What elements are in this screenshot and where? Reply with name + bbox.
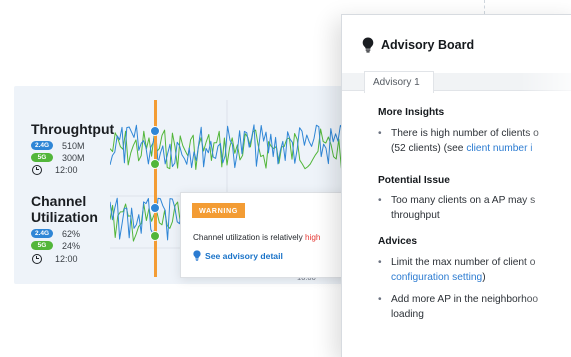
insight-line2: (52 clients) (see client number i bbox=[378, 141, 571, 156]
section-title-potential-issue: Potential Issue bbox=[378, 175, 450, 186]
advice-bullet-2: • Add more AP in the neighborhoo loading bbox=[378, 292, 571, 322]
advice1-line1: Limit the max number of client o bbox=[391, 257, 536, 268]
utilization-legend-5g: 5G 24% bbox=[31, 240, 80, 251]
issue-bullet: • Too many clients on a AP may s through… bbox=[378, 193, 571, 223]
board-header: Advisory Board bbox=[342, 15, 571, 73]
warning-message: Channel utilization is relatively high bbox=[193, 233, 320, 242]
bullet-mark: • bbox=[378, 294, 382, 305]
advice-bullet-1: • Limit the max number of client o confi… bbox=[378, 255, 571, 285]
see-advisory-link-label: See advisory detail bbox=[205, 250, 283, 261]
warning-tooltip: WARNING Channel utilization is relativel… bbox=[180, 192, 366, 278]
band-24g-badge: 2.4G bbox=[31, 141, 53, 150]
issue-line2: throughput bbox=[391, 210, 440, 221]
advice2-line1: Add more AP in the neighborhoo bbox=[391, 294, 539, 305]
tab-advisory-1[interactable]: Advisory 1 bbox=[364, 71, 434, 93]
bullet-mark: • bbox=[378, 257, 382, 268]
bullet-mark: • bbox=[378, 128, 382, 139]
insight-line1: There is high number of clients o bbox=[391, 128, 539, 139]
throughput-5g-marker bbox=[150, 159, 160, 169]
advice1-line2-suffix: ) bbox=[482, 272, 486, 283]
band-24g-badge: 2.4G bbox=[31, 229, 53, 238]
throughput-24g-value: 510M bbox=[62, 140, 85, 151]
utilization-legend-24g: 2.4G 62% bbox=[31, 228, 80, 239]
throughput-5g-value: 300M bbox=[62, 152, 85, 163]
warning-badge: WARNING bbox=[192, 203, 245, 218]
insight-line2-text: (52 clients) (see bbox=[391, 143, 467, 154]
utilization-24g-value: 62% bbox=[62, 228, 81, 239]
utilization-5g-marker bbox=[150, 231, 160, 241]
bullet-mark: • bbox=[378, 195, 382, 206]
band-5g-badge: 5G bbox=[31, 153, 53, 162]
clock-icon bbox=[32, 253, 42, 264]
lightbulb-icon bbox=[362, 37, 374, 53]
throughput-title: Throughtput bbox=[31, 121, 115, 137]
advisory-board: Advisory Board Advisory 1 More Insights … bbox=[341, 14, 571, 357]
warning-highlight: high bbox=[304, 233, 321, 242]
utilization-title-line1: Channel bbox=[31, 193, 87, 209]
throughput-legend-5g: 5G 300M bbox=[31, 152, 85, 163]
utilization-5g-value: 24% bbox=[62, 240, 81, 251]
band-5g-badge: 5G bbox=[31, 241, 53, 250]
issue-line1: Too many clients on a AP may s bbox=[391, 195, 536, 206]
guide-line bbox=[484, 0, 485, 14]
see-advisory-link[interactable]: See advisory detail bbox=[193, 250, 283, 261]
lightbulb-icon bbox=[193, 250, 201, 261]
insight-bullet: • There is high number of clients o (52 … bbox=[378, 126, 571, 156]
section-title-insights: More Insights bbox=[378, 107, 445, 118]
utilization-time-row: 12:00 bbox=[31, 253, 78, 264]
utilization-time: 12:00 bbox=[55, 253, 78, 264]
throughput-24g-marker bbox=[150, 126, 160, 136]
utilization-title-line2: Utilization bbox=[31, 209, 98, 225]
throughput-time: 12:00 bbox=[55, 164, 78, 175]
warning-message-text: Channel utilization is relatively bbox=[193, 233, 305, 242]
client-number-link[interactable]: client number i bbox=[466, 143, 532, 154]
board-title: Advisory Board bbox=[381, 38, 475, 52]
configuration-setting-link[interactable]: configuration setting bbox=[391, 272, 482, 283]
clock-icon bbox=[32, 164, 42, 175]
advice2-line2: loading bbox=[391, 309, 424, 320]
advice1-line2: configuration setting) bbox=[378, 270, 571, 285]
utilization-24g-marker bbox=[150, 203, 160, 213]
throughput-time-row: 12:00 bbox=[31, 164, 78, 175]
section-title-advices: Advices bbox=[378, 236, 418, 247]
throughput-legend-24g: 2.4G 510M bbox=[31, 140, 85, 151]
